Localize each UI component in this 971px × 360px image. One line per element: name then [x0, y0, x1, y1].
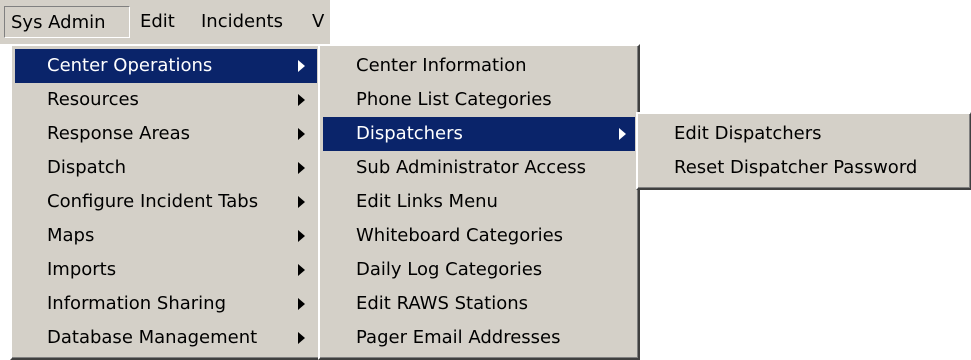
menu-item-daily-log-categories[interactable]: Daily Log Categories — [323, 253, 635, 287]
menu-item-label: Imports — [47, 259, 117, 280]
menu-item-sub-administrator-access[interactable]: Sub Administrator Access — [323, 151, 635, 185]
menu-item-label: Edit Links Menu — [356, 191, 498, 212]
menu-item-reset-dispatcher-password[interactable]: Reset Dispatcher Password — [641, 151, 967, 185]
menu-item-imports[interactable]: Imports — [15, 253, 317, 287]
submenu-arrow-icon — [298, 230, 305, 242]
menu-item-label: Response Areas — [47, 123, 190, 144]
menu-item-label: Edit Dispatchers — [674, 123, 822, 144]
menu-item-label: Dispatchers — [356, 123, 463, 144]
submenu-arrow-icon — [619, 128, 626, 140]
menu-bar: Sys Admin Edit Incidents V — [0, 0, 330, 44]
menu-sys-admin[interactable]: Sys Admin — [4, 6, 130, 38]
center-operations-submenu: Center Information Phone List Categories… — [318, 44, 640, 360]
menu-item-label: Center Operations — [47, 55, 213, 76]
menu-item-label: Dispatch — [47, 157, 127, 178]
menu-item-label: Sub Administrator Access — [356, 157, 587, 178]
menu-item-database-management[interactable]: Database Management — [15, 321, 317, 355]
menu-item-edit-links-menu[interactable]: Edit Links Menu — [323, 185, 635, 219]
menu-item-information-sharing[interactable]: Information Sharing — [15, 287, 317, 321]
submenu-arrow-icon — [298, 162, 305, 174]
menu-item-label: Maps — [47, 225, 95, 246]
menu-item-dispatchers[interactable]: Dispatchers — [323, 117, 635, 151]
menu-item-pager-email-addresses[interactable]: Pager Email Addresses — [323, 321, 635, 355]
menu-view-partial[interactable]: V — [306, 6, 330, 38]
menu-item-dispatch[interactable]: Dispatch — [15, 151, 317, 185]
submenu-arrow-icon — [298, 298, 305, 310]
menu-edit[interactable]: Edit — [134, 6, 181, 38]
submenu-arrow-icon — [298, 332, 305, 344]
menu-item-label: Center Information — [356, 55, 527, 76]
menu-item-label: Daily Log Categories — [356, 259, 543, 280]
menu-item-edit-dispatchers[interactable]: Edit Dispatchers — [641, 117, 967, 151]
menu-incidents[interactable]: Incidents — [195, 6, 289, 38]
menu-item-label: Information Sharing — [47, 293, 227, 314]
sys-admin-menu: Center Operations Resources Response Are… — [10, 44, 322, 360]
menu-item-label: Edit RAWS Stations — [356, 293, 529, 314]
menu-item-label: Reset Dispatcher Password — [674, 157, 918, 178]
menu-item-label: Pager Email Addresses — [356, 327, 561, 348]
submenu-arrow-icon — [298, 264, 305, 276]
menu-item-resources[interactable]: Resources — [15, 83, 317, 117]
menu-item-label: Configure Incident Tabs — [47, 191, 259, 212]
menu-item-label: Resources — [47, 89, 139, 110]
menu-item-center-operations[interactable]: Center Operations — [15, 49, 317, 83]
menu-item-center-information[interactable]: Center Information — [323, 49, 635, 83]
menu-item-label: Whiteboard Categories — [356, 225, 564, 246]
menu-item-edit-raws-stations[interactable]: Edit RAWS Stations — [323, 287, 635, 321]
menu-item-label: Phone List Categories — [356, 89, 552, 110]
dispatchers-submenu: Edit Dispatchers Reset Dispatcher Passwo… — [636, 112, 971, 190]
menu-item-whiteboard-categories[interactable]: Whiteboard Categories — [323, 219, 635, 253]
menu-item-configure-incident-tabs[interactable]: Configure Incident Tabs — [15, 185, 317, 219]
menu-item-label: Database Management — [47, 327, 258, 348]
submenu-arrow-icon — [298, 196, 305, 208]
menu-item-phone-list-categories[interactable]: Phone List Categories — [323, 83, 635, 117]
submenu-arrow-icon — [298, 94, 305, 106]
menu-item-response-areas[interactable]: Response Areas — [15, 117, 317, 151]
submenu-arrow-icon — [298, 128, 305, 140]
submenu-arrow-icon — [298, 60, 305, 72]
menu-item-maps[interactable]: Maps — [15, 219, 317, 253]
